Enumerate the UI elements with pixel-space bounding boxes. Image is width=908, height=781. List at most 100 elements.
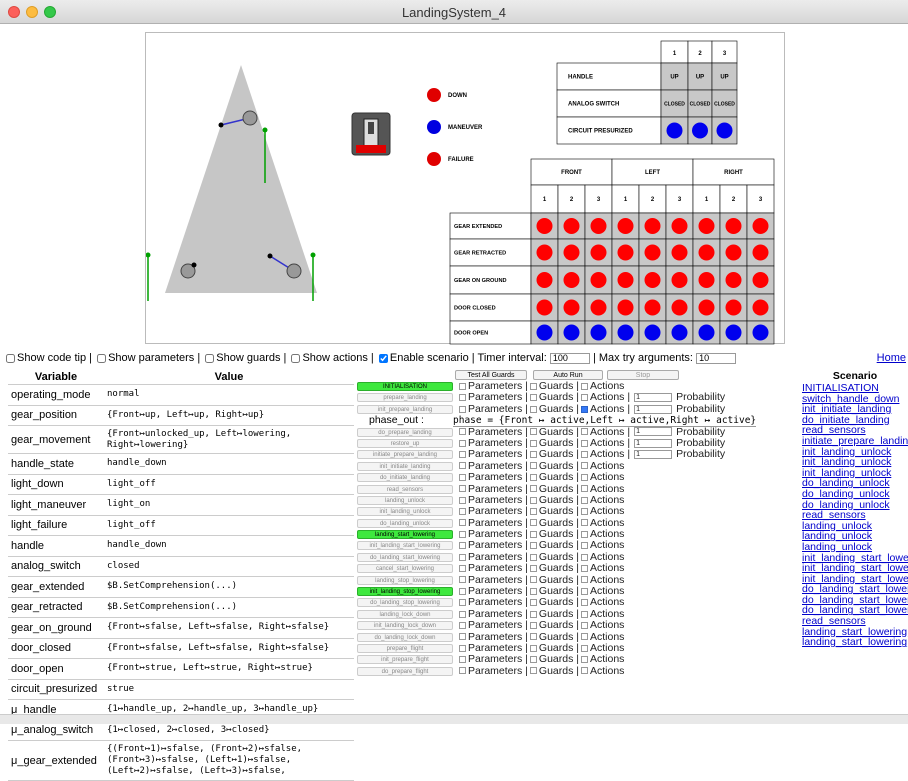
parameters-checkbox[interactable]	[459, 485, 466, 493]
guards-checkbox[interactable]	[529, 508, 537, 516]
parameters-checkbox[interactable]	[459, 633, 466, 641]
bottom-scrollbar[interactable]	[0, 714, 908, 724]
actions-checkbox[interactable]	[581, 542, 588, 550]
actions-checkbox[interactable]	[581, 394, 588, 402]
scenario-step-link[interactable]: INITIALISATION	[802, 383, 908, 394]
guards-checkbox[interactable]	[529, 439, 537, 447]
guards-checkbox[interactable]	[529, 382, 537, 390]
operation-button-restore-up[interactable]: restore_up	[357, 438, 453, 448]
parameters-checkbox[interactable]	[459, 428, 466, 436]
operation-button-init-prepare-landing[interactable]: init_prepare_landing	[357, 404, 453, 414]
probability-input[interactable]: 1	[634, 450, 673, 460]
handle-switch[interactable]	[351, 112, 391, 156]
actions-checkbox[interactable]	[581, 473, 588, 481]
actions-checkbox[interactable]	[581, 587, 588, 595]
actions-checkbox[interactable]	[581, 610, 588, 618]
operation-button-do-initiate-landing[interactable]: do_initiate_landing	[357, 473, 453, 483]
operation-button-prepare-landing[interactable]: prepare_landing	[357, 393, 453, 403]
guards-checkbox[interactable]	[529, 553, 537, 561]
parameters-checkbox[interactable]	[459, 519, 466, 527]
operation-button-landing-start-lowering[interactable]: landing_start_lowering	[357, 530, 453, 540]
stop-button[interactable]: Stop	[607, 370, 679, 380]
scenario-step-link[interactable]: landing_start_lowering	[802, 637, 908, 648]
guards-checkbox[interactable]	[529, 656, 537, 664]
parameters-checkbox[interactable]	[459, 508, 466, 516]
test-all-guards-button[interactable]: Test All Guards	[455, 370, 527, 380]
guards-checkbox[interactable]	[529, 496, 537, 504]
guards-checkbox[interactable]	[529, 462, 537, 470]
operation-button-init-initiate-landing[interactable]: init_initiate_landing	[357, 461, 453, 471]
guards-checkbox[interactable]	[529, 667, 537, 675]
parameters-checkbox[interactable]	[459, 667, 466, 675]
scenario-step-link[interactable]: do_landing_unlock	[802, 489, 908, 500]
parameters-checkbox[interactable]	[459, 394, 466, 402]
parameters-checkbox[interactable]	[459, 587, 466, 595]
guards-checkbox[interactable]	[529, 530, 537, 538]
actions-checkbox[interactable]	[581, 553, 588, 561]
actions-checkbox[interactable]	[581, 382, 588, 390]
operation-button-init-landing-start-lowering[interactable]: init_landing_start_lowering	[357, 541, 453, 551]
operation-button-init-landing-stop-lowering[interactable]: init_landing_stop_lowering	[357, 587, 453, 597]
parameters-checkbox[interactable]	[459, 382, 466, 390]
show-actions-checkbox[interactable]	[291, 353, 301, 363]
operation-button-do-prepare-flight[interactable]: do_prepare_flight	[357, 666, 453, 676]
actions-checkbox[interactable]	[581, 508, 588, 516]
parameters-checkbox[interactable]	[459, 542, 466, 550]
actions-checkbox[interactable]	[581, 439, 588, 447]
probability-input[interactable]: 1	[634, 427, 673, 437]
parameters-checkbox[interactable]	[459, 656, 466, 664]
actions-checkbox[interactable]	[581, 485, 588, 493]
show-code-tip-checkbox[interactable]	[6, 353, 15, 363]
parameters-checkbox[interactable]	[459, 610, 466, 618]
parameters-checkbox[interactable]	[459, 496, 466, 504]
parameters-checkbox[interactable]	[459, 462, 466, 470]
operation-button-do-landing-stop-lowering[interactable]: do_landing_stop_lowering	[357, 598, 453, 608]
scenario-step-link[interactable]: initiate_prepare_landing	[802, 436, 908, 447]
guards-checkbox[interactable]	[529, 564, 537, 572]
guards-checkbox[interactable]	[529, 633, 537, 641]
actions-checkbox[interactable]	[581, 530, 588, 538]
parameters-checkbox[interactable]	[459, 553, 466, 561]
guards-checkbox[interactable]	[529, 428, 537, 436]
guards-checkbox[interactable]	[529, 610, 537, 618]
actions-checkbox[interactable]	[581, 405, 588, 413]
probability-input[interactable]: 1	[634, 404, 673, 414]
parameters-checkbox[interactable]	[459, 405, 466, 413]
actions-checkbox[interactable]	[581, 644, 588, 652]
operation-button-do-landing-unlock[interactable]: do_landing_unlock	[357, 518, 453, 528]
operation-button-landing-stop-lowering[interactable]: landing_stop_lowering	[357, 575, 453, 585]
actions-checkbox[interactable]	[581, 564, 588, 572]
guards-checkbox[interactable]	[529, 405, 537, 413]
home-link[interactable]: Home	[877, 352, 906, 364]
operation-button-initiate-prepare-landing[interactable]: initiate_prepare_landing	[357, 450, 453, 460]
parameters-checkbox[interactable]	[459, 439, 466, 447]
guards-checkbox[interactable]	[529, 485, 537, 493]
enable-scenario-checkbox[interactable]	[378, 353, 388, 363]
guards-checkbox[interactable]	[529, 576, 537, 584]
actions-checkbox[interactable]	[581, 633, 588, 641]
actions-checkbox[interactable]	[581, 576, 588, 584]
guards-checkbox[interactable]	[529, 644, 537, 652]
actions-checkbox[interactable]	[581, 667, 588, 675]
parameters-checkbox[interactable]	[459, 621, 466, 629]
show-parameters-checkbox[interactable]	[97, 353, 107, 363]
guards-checkbox[interactable]	[529, 473, 537, 481]
max-try-input[interactable]	[696, 352, 737, 364]
operation-button-prepare-flight[interactable]: prepare_flight	[357, 643, 453, 653]
guards-checkbox[interactable]	[529, 451, 537, 459]
timer-interval-input[interactable]	[549, 352, 590, 364]
operation-button-do-landing-start-lowering[interactable]: do_landing_start_lowering	[357, 552, 453, 562]
operation-button-do-prepare-landing[interactable]: do_prepare_landing	[357, 427, 453, 437]
guards-checkbox[interactable]	[529, 394, 537, 402]
actions-checkbox[interactable]	[581, 462, 588, 470]
operation-button-initialisation[interactable]: INITIALISATION	[357, 382, 453, 391]
operation-button-init-landing-lock-down[interactable]: init_landing_lock_down	[357, 621, 453, 631]
operation-button-read-sensors[interactable]: read_sensors	[357, 484, 453, 494]
parameters-checkbox[interactable]	[459, 564, 466, 572]
guards-checkbox[interactable]	[529, 599, 537, 607]
operation-button-init-landing-unlock[interactable]: init_landing_unlock	[357, 507, 453, 517]
operation-button-init-prepare-flight[interactable]: init_prepare_flight	[357, 655, 453, 665]
actions-checkbox[interactable]	[581, 451, 588, 459]
actions-checkbox[interactable]	[581, 519, 588, 527]
operation-button-landing-unlock[interactable]: landing_unlock	[357, 495, 453, 505]
